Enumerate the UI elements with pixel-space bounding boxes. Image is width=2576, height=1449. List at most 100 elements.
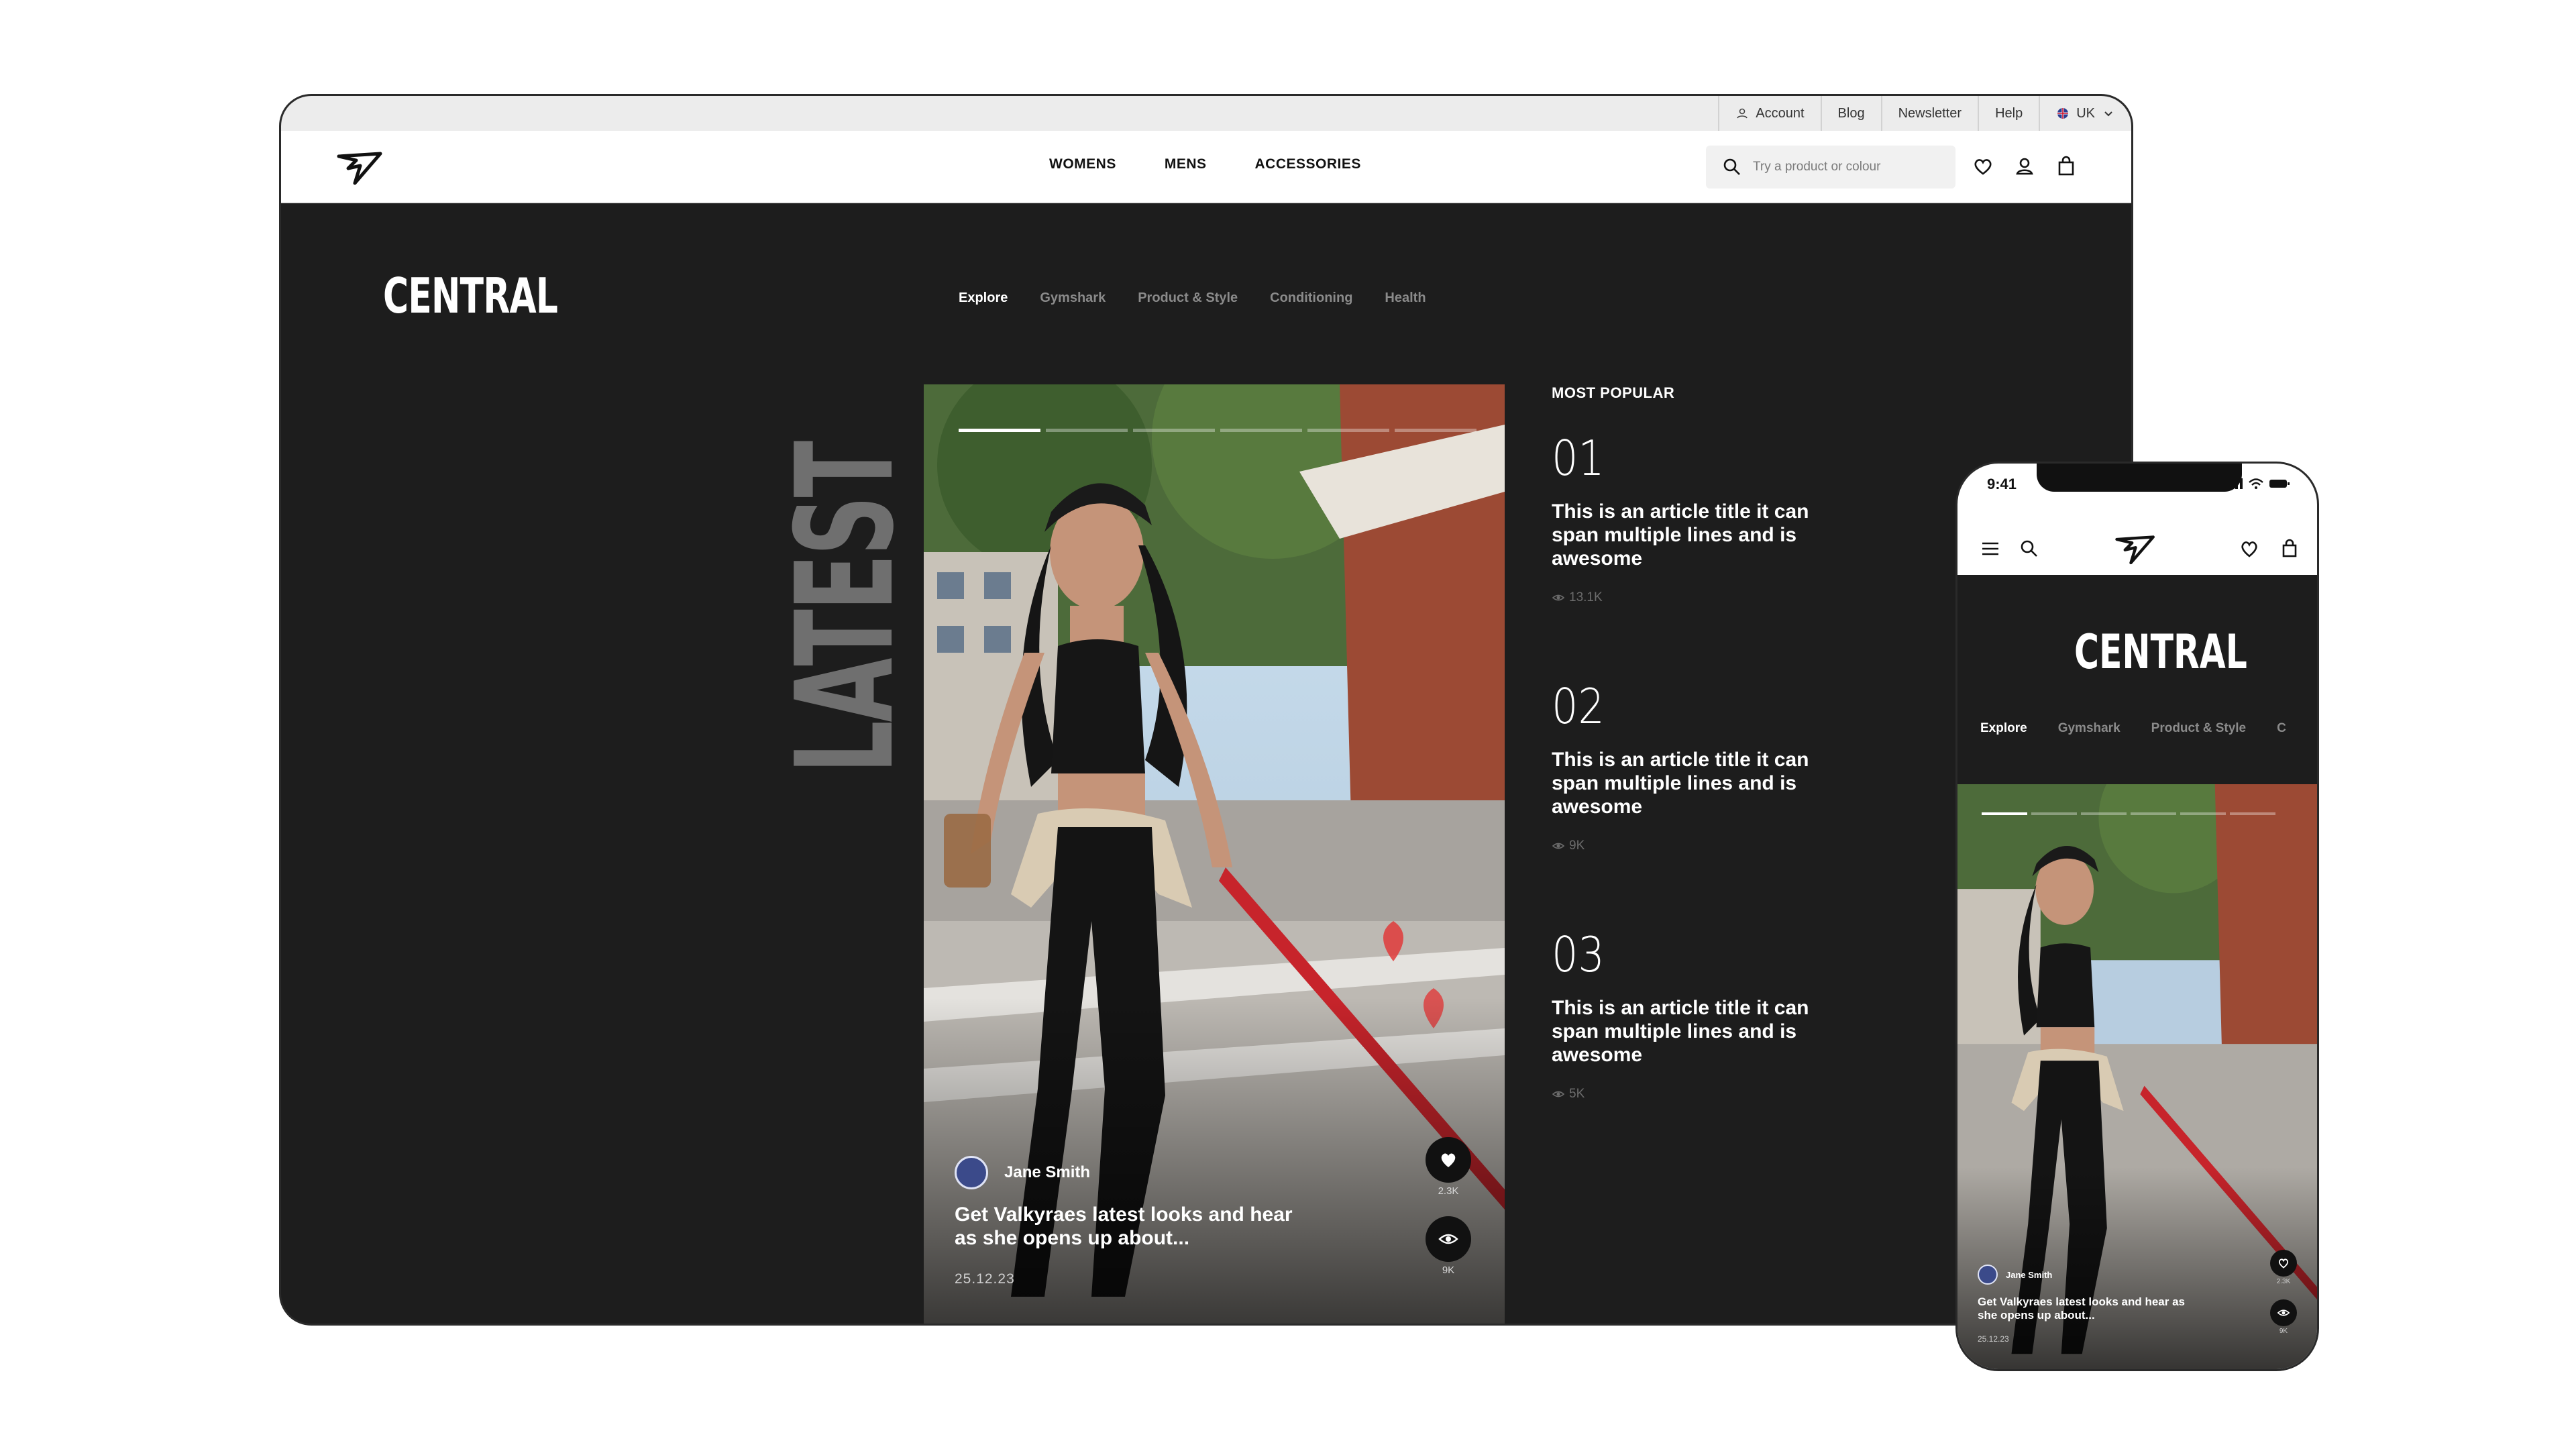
- signal-icon: [2226, 478, 2243, 489]
- mobile-hero-card[interactable]: Jane Smith Get Valkyraes latest looks an…: [1957, 784, 2317, 1369]
- like-count: 2.3K: [2276, 1278, 2291, 1285]
- gymshark-logo[interactable]: [2114, 532, 2161, 566]
- mobile-nav: [1957, 521, 2317, 575]
- author-name: Jane Smith: [2006, 1269, 2053, 1280]
- desktop-browser-frame: Account Blog Newsletter Help UK WOMENS M…: [279, 94, 2133, 1326]
- most-popular-heading: MOST POPULAR: [1552, 384, 1675, 401]
- tab-gymshark[interactable]: Gymshark: [1040, 290, 1106, 306]
- author-row[interactable]: Jane Smith: [1978, 1265, 2052, 1285]
- most-popular-section: MOST POPULAR 01 This is an article title…: [1552, 384, 1900, 1101]
- hero-article-card[interactable]: Jane Smith Get Valkyraes latest looks an…: [924, 384, 1505, 1324]
- account-label: Account: [1756, 105, 1805, 121]
- gymshark-logo[interactable]: [336, 148, 390, 186]
- author-row[interactable]: Jane Smith: [955, 1156, 1090, 1189]
- eye-icon: [1552, 594, 1565, 601]
- popular-number: 01: [1552, 430, 1605, 486]
- views-button[interactable]: [1426, 1216, 1471, 1262]
- slide-progress: [1982, 812, 2275, 815]
- view-control: 9K: [1426, 1216, 1471, 1276]
- nav-accessories[interactable]: ACCESSORIES: [1255, 156, 1361, 172]
- nav-womens[interactable]: WOMENS: [1049, 156, 1116, 172]
- popular-article-2[interactable]: 02 This is an article title it can span …: [1552, 682, 1900, 853]
- popular-views: 13.1K: [1552, 590, 1900, 605]
- search-icon[interactable]: [1722, 157, 1742, 177]
- avatar: [955, 1156, 988, 1189]
- heart-icon[interactable]: [2239, 539, 2259, 559]
- help-link[interactable]: Help: [1978, 96, 2039, 131]
- view-count: 9K: [2279, 1328, 2288, 1335]
- popular-number: 03: [1552, 926, 1605, 983]
- bag-icon[interactable]: [2055, 155, 2078, 178]
- tab-gymshark[interactable]: Gymshark: [2058, 721, 2121, 736]
- utility-bar: Account Blog Newsletter Help UK: [281, 96, 2131, 131]
- menu-icon[interactable]: [1980, 539, 2000, 559]
- like-button[interactable]: [1426, 1137, 1471, 1183]
- account-icon: [1737, 108, 1748, 119]
- tab-conditioning[interactable]: Conditioning: [1270, 290, 1352, 306]
- tab-conditioning[interactable]: C: [2277, 721, 2286, 736]
- progress-segment: [1220, 429, 1302, 432]
- popular-views-count: 9K: [1569, 839, 1585, 853]
- hero-title[interactable]: Get Valkyraes latest looks and hear as s…: [955, 1203, 1303, 1250]
- hero-date: 25.12.23: [1978, 1334, 2009, 1344]
- newsletter-link[interactable]: Newsletter: [1880, 96, 1978, 131]
- progress-segment: [2180, 812, 2226, 815]
- author-name: Jane Smith: [1004, 1163, 1091, 1181]
- bag-icon[interactable]: [2279, 539, 2300, 559]
- progress-segment-active: [1982, 812, 2027, 815]
- tab-explore[interactable]: Explore: [1980, 721, 2027, 736]
- search-icon[interactable]: [2019, 539, 2039, 559]
- views-button[interactable]: [2270, 1299, 2297, 1326]
- uk-flag-icon: [2057, 108, 2069, 119]
- view-count: 9K: [1442, 1265, 1455, 1276]
- blog-label: Blog: [1837, 105, 1865, 121]
- progress-segment: [1133, 429, 1215, 432]
- region-selector[interactable]: UK: [2039, 96, 2131, 131]
- hero-title[interactable]: Get Valkyraes latest looks and hear as s…: [1978, 1295, 2192, 1323]
- popular-number: 02: [1552, 678, 1605, 735]
- search-input[interactable]: [1753, 160, 1947, 174]
- mobile-page-title: CENTRAL: [2074, 625, 2247, 680]
- popular-views-count: 13.1K: [1569, 590, 1603, 605]
- hero-date: 25.12.23: [955, 1271, 1015, 1287]
- wifi-icon: [2249, 478, 2263, 489]
- eye-icon: [2277, 1309, 2290, 1316]
- region-label: UK: [2076, 105, 2095, 121]
- account-link[interactable]: Account: [1718, 96, 1820, 131]
- view-control: 9K: [2270, 1299, 2297, 1335]
- nav-mens[interactable]: MENS: [1165, 156, 1207, 172]
- tab-product-style[interactable]: Product & Style: [2151, 721, 2246, 736]
- tab-explore[interactable]: Explore: [959, 290, 1008, 306]
- help-label: Help: [1995, 105, 2023, 121]
- latest-section-label: LATEST: [767, 442, 924, 773]
- main-navigation: WOMENS MENS ACCESSORIES: [281, 131, 2131, 203]
- heart-icon: [2278, 1258, 2289, 1269]
- page-title: CENTRAL: [383, 268, 558, 324]
- progress-segment-active: [959, 429, 1040, 432]
- mobile-phone-frame: 9:41 CENTRAL Explore Gymshark Product & …: [1955, 462, 2319, 1371]
- progress-segment: [2131, 812, 2176, 815]
- tab-health[interactable]: Health: [1385, 290, 1426, 306]
- eye-icon: [1438, 1234, 1458, 1244]
- popular-article-1[interactable]: 01 This is an article title it can span …: [1552, 434, 1900, 605]
- heart-icon[interactable]: [1972, 155, 1994, 178]
- popular-views: 9K: [1552, 839, 1900, 853]
- popular-title[interactable]: This is an article title it can span mul…: [1552, 748, 1860, 818]
- chevron-down-icon: [2104, 111, 2112, 117]
- eye-icon: [1552, 1091, 1565, 1097]
- tab-product-style[interactable]: Product & Style: [1138, 290, 1238, 306]
- progress-segment: [2081, 812, 2127, 815]
- popular-article-3[interactable]: 03 This is an article title it can span …: [1552, 930, 1900, 1102]
- blog-link[interactable]: Blog: [1820, 96, 1881, 131]
- popular-views: 5K: [1552, 1087, 1900, 1102]
- mobile-header: 9:41: [1957, 464, 2317, 575]
- status-icons: [2226, 478, 2290, 489]
- popular-title[interactable]: This is an article title it can span mul…: [1552, 996, 1860, 1067]
- user-icon[interactable]: [2013, 155, 2036, 178]
- popular-title[interactable]: This is an article title it can span mul…: [1552, 500, 1860, 570]
- progress-segment: [1046, 429, 1128, 432]
- eye-icon: [1552, 843, 1565, 849]
- like-button[interactable]: [2270, 1250, 2297, 1277]
- slide-progress: [959, 429, 1477, 432]
- nav-icons: [1972, 155, 2078, 178]
